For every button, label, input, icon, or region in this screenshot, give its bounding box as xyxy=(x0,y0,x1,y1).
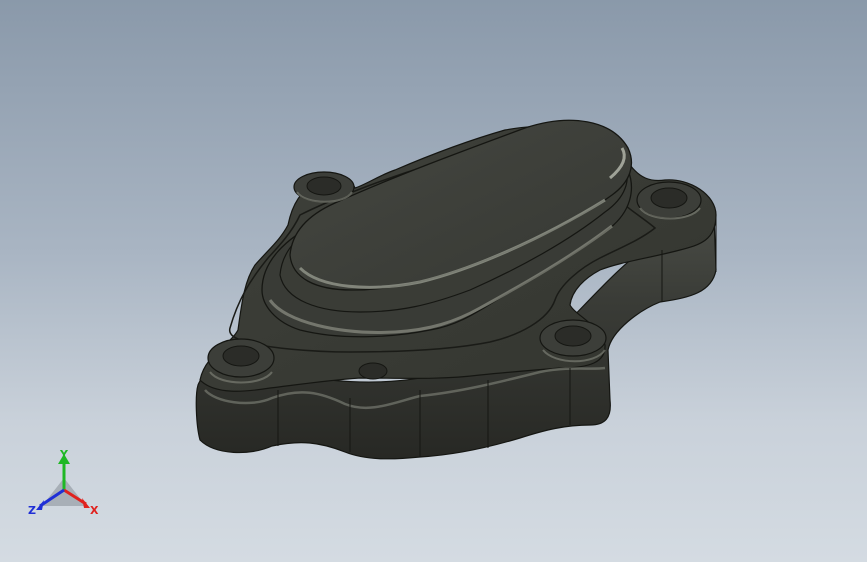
small-hole xyxy=(358,362,388,380)
graphics-viewport[interactable]: Y X Z xyxy=(0,0,867,562)
reference-triad: Y X Z xyxy=(28,448,99,517)
z-axis-arrow xyxy=(36,500,44,510)
x-axis-arrow xyxy=(82,498,90,508)
boss-top-left xyxy=(293,171,355,203)
part-model[interactable] xyxy=(0,0,867,562)
z-axis-label: Z xyxy=(28,504,36,517)
x-axis-label: X xyxy=(90,504,99,517)
y-axis-label: Y xyxy=(59,448,69,461)
